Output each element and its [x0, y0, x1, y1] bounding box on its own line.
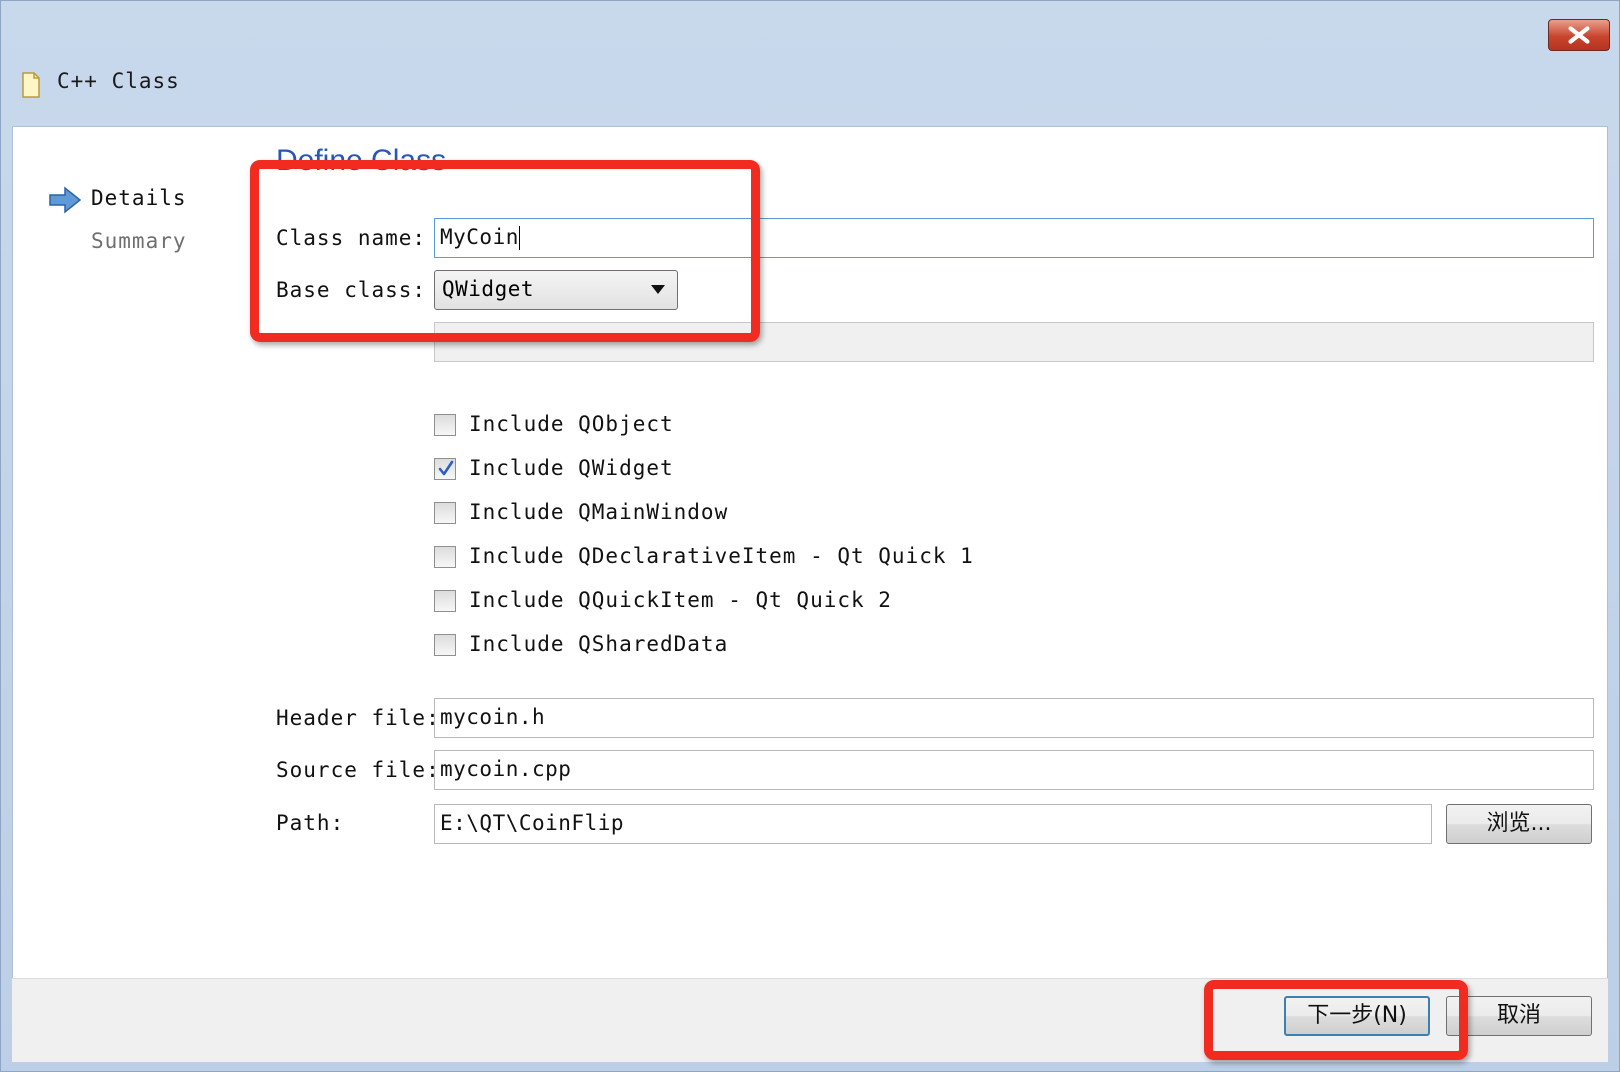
checkbox-label: Include QMainWindow — [469, 500, 729, 524]
header-file-input[interactable]: mycoin.h — [434, 698, 1594, 738]
checkbox-label: Include QWidget — [469, 456, 674, 480]
checkbox-box[interactable] — [434, 590, 456, 612]
checkbox-include-qwidget[interactable]: Include QWidget — [434, 456, 1034, 486]
checkbox-box[interactable] — [434, 546, 456, 568]
checkbox-include-qmainwindow[interactable]: Include QMainWindow — [434, 500, 1034, 530]
checkbox-label: Include QQuickItem - Qt Quick 2 — [469, 588, 892, 612]
checkbox-label: Include QDeclarativeItem - Qt Quick 1 — [469, 544, 974, 568]
window-title: C++ Class — [57, 69, 180, 93]
header-file-label: Header file: — [276, 706, 440, 730]
checkmark-icon — [438, 460, 454, 476]
checkbox-box[interactable] — [434, 634, 456, 656]
path-label: Path: — [276, 811, 345, 835]
annotation-box-next-button — [1204, 980, 1468, 1060]
document-icon — [22, 72, 40, 98]
close-icon — [1568, 26, 1590, 44]
checkbox-include-qdeclarativeitem[interactable]: Include QDeclarativeItem - Qt Quick 1 — [434, 544, 1034, 574]
annotation-box-class-fields — [250, 160, 760, 342]
checkbox-box[interactable] — [434, 458, 456, 480]
checkbox-label: Include QSharedData — [469, 632, 729, 656]
source-file-label: Source file: — [276, 758, 440, 782]
close-button[interactable] — [1548, 19, 1610, 51]
right-arrow-icon — [49, 186, 82, 214]
checkbox-box[interactable] — [434, 414, 456, 436]
sidebar-item-details: Details — [91, 186, 187, 210]
checkbox-include-qobject[interactable]: Include QObject — [434, 412, 1034, 442]
source-file-input[interactable]: mycoin.cpp — [434, 750, 1594, 790]
sidebar-item-summary: Summary — [91, 229, 187, 253]
checkbox-include-qquickitem[interactable]: Include QQuickItem - Qt Quick 2 — [434, 588, 1034, 618]
checkbox-box[interactable] — [434, 502, 456, 524]
checkbox-label: Include QObject — [469, 412, 674, 436]
browse-button[interactable]: 浏览... — [1446, 804, 1592, 844]
checkbox-include-qshareddata[interactable]: Include QSharedData — [434, 632, 1034, 662]
path-input[interactable]: E:\QT\CoinFlip — [434, 804, 1432, 844]
